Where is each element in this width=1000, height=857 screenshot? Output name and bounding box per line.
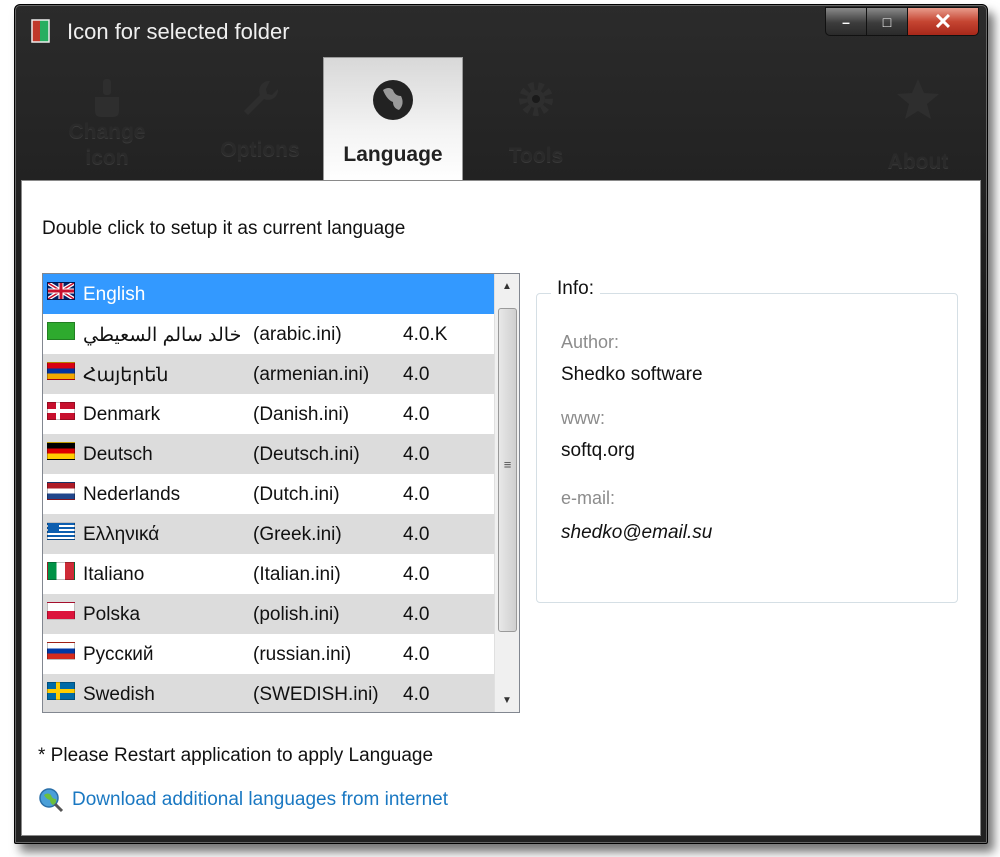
language-item-italy[interactable]: Italiano (Italian.ini) 4.0 [43, 554, 495, 594]
language-version: 4.0 [403, 564, 430, 585]
language-item-uk[interactable]: English [43, 274, 495, 314]
language-file: (russian.ini) [253, 644, 352, 665]
language-file: (SWEDISH.ini) [253, 684, 379, 705]
green-flag-icon [47, 322, 75, 340]
globe-search-icon [39, 788, 64, 813]
language-item-germany[interactable]: Deutsch (Deutsch.ini) 4.0 [43, 434, 495, 474]
language-version: 4.0 [403, 524, 430, 545]
email-label: e-mail: [561, 488, 616, 508]
title-bar[interactable]: Icon for selected folder – □ ✕ [15, 5, 987, 55]
language-file: (arabic.ini) [253, 324, 342, 345]
minimize-button[interactable]: – [825, 7, 867, 36]
author-label: Author: [561, 332, 620, 352]
language-item-poland[interactable]: Polska (polish.ini) 4.0 [43, 594, 495, 634]
language-item-sweden[interactable]: Swedish (SWEDISH.ini) 4.0 [43, 674, 495, 712]
language-list[interactable]: English خالد سالم السعيطي (arabic.ini) 4.0.… [42, 273, 520, 713]
grip-icon: ≡ [503, 457, 512, 472]
language-version: 4.0 [403, 684, 430, 705]
language-name: Հայերեն [83, 365, 169, 386]
poland-flag-icon [47, 602, 75, 620]
app-icon [31, 19, 50, 43]
denmark-flag-icon [47, 402, 75, 420]
gear-icon [519, 82, 553, 116]
language-version: 4.0 [403, 604, 430, 625]
tab-change-icon[interactable]: Change icon [57, 57, 157, 181]
language-rows: English خالد سالم السعيطي (arabic.ini) 4.0.… [43, 274, 495, 712]
language-item-armenia[interactable]: Հայերեն (armenian.ini) 4.0 [43, 354, 495, 394]
restart-note: * Please Restart application to apply La… [38, 745, 434, 766]
language-version: 4.0 [403, 364, 430, 385]
close-button[interactable]: ✕ [907, 7, 979, 36]
language-file: (Italian.ini) [253, 564, 341, 585]
author-value: Shedko software [561, 364, 703, 385]
language-name: Polska [83, 604, 141, 625]
instruction-text: Double click to setup it as current lang… [42, 218, 406, 239]
vertical-scrollbar[interactable]: ▲ ≡ ▼ [494, 274, 519, 712]
window-title: Icon for selected folder [67, 19, 290, 44]
download-languages-link[interactable]: Download additional languages from inter… [38, 787, 448, 813]
tab-label: Change icon [68, 120, 146, 169]
language-version: 4.0 [403, 404, 430, 425]
language-item-greece[interactable]: Ελληνικά (Greek.ini) 4.0 [43, 514, 495, 554]
paint-brush-icon [95, 79, 119, 117]
www-label: www: [561, 408, 605, 428]
language-version: 4.0.K [403, 324, 448, 345]
maximize-button[interactable]: □ [866, 7, 908, 36]
language-name: Русский [83, 644, 154, 665]
tab-label: Tools [508, 144, 564, 167]
language-item-denmark[interactable]: Denmark (Danish.ini) 4.0 [43, 394, 495, 434]
uk-flag-icon [47, 282, 75, 300]
language-name: Swedish [83, 684, 155, 705]
language-panel: Double click to setup it as current lang… [21, 180, 981, 836]
download-link-text: Download additional languages from inter… [72, 789, 449, 810]
email-value: shedko@email.su [561, 522, 713, 543]
russia-flag-icon [47, 642, 75, 660]
scroll-up-button[interactable]: ▲ [495, 274, 519, 298]
germany-flag-icon [47, 442, 75, 460]
globe-icon [373, 80, 413, 120]
tab-tools[interactable]: Tools [481, 57, 591, 181]
language-version: 4.0 [403, 644, 430, 665]
main-toolbar: Change icon Options Language Tools About [15, 57, 987, 182]
language-version: 4.0 [403, 444, 430, 465]
netherlands-flag-icon [47, 482, 75, 500]
language-version: 4.0 [403, 484, 430, 505]
tab-label: Options [220, 138, 300, 161]
greece-flag-icon [47, 522, 75, 540]
italy-flag-icon [47, 562, 75, 580]
tab-options[interactable]: Options [205, 57, 315, 181]
language-file: (Dutch.ini) [253, 484, 340, 505]
wrench-icon [244, 80, 279, 115]
language-file: (Danish.ini) [253, 404, 350, 425]
info-legend: Info: [551, 278, 600, 300]
tab-label: About [887, 150, 949, 173]
www-value: softq.org [561, 440, 635, 461]
sweden-flag-icon [47, 682, 75, 700]
tab-language[interactable]: Language [323, 57, 463, 182]
tab-about[interactable]: About [873, 57, 963, 181]
language-item-green[interactable]: خالد سالم السعيطي (arabic.ini) 4.0.K [43, 314, 495, 354]
window-controls: – □ ✕ [825, 7, 979, 36]
armenia-flag-icon [47, 362, 75, 380]
language-file: (armenian.ini) [253, 364, 370, 385]
language-name: Italiano [83, 564, 145, 585]
language-file: (Deutsch.ini) [253, 444, 360, 465]
language-name: English [83, 284, 146, 305]
language-name: Deutsch [83, 444, 153, 465]
scroll-down-button[interactable]: ▼ [495, 688, 519, 712]
language-name: خالد سالم السعيطي [83, 325, 242, 346]
language-name: Denmark [83, 404, 161, 425]
language-file: (polish.ini) [253, 604, 340, 625]
language-item-netherlands[interactable]: Nederlands (Dutch.ini) 4.0 [43, 474, 495, 514]
language-file: (Greek.ini) [253, 524, 342, 545]
app-window: Icon for selected folder – □ ✕ Change ic… [14, 4, 988, 844]
info-group: Info: Author: Shedko software www: softq… [536, 278, 958, 603]
language-item-russia[interactable]: Русский (russian.ini) 4.0 [43, 634, 495, 674]
star-icon [897, 79, 939, 119]
tab-label: Language [343, 143, 443, 166]
language-name: Nederlands [83, 484, 181, 505]
scroll-thumb[interactable]: ≡ [498, 308, 517, 632]
language-name: Ελληνικά [83, 524, 160, 545]
